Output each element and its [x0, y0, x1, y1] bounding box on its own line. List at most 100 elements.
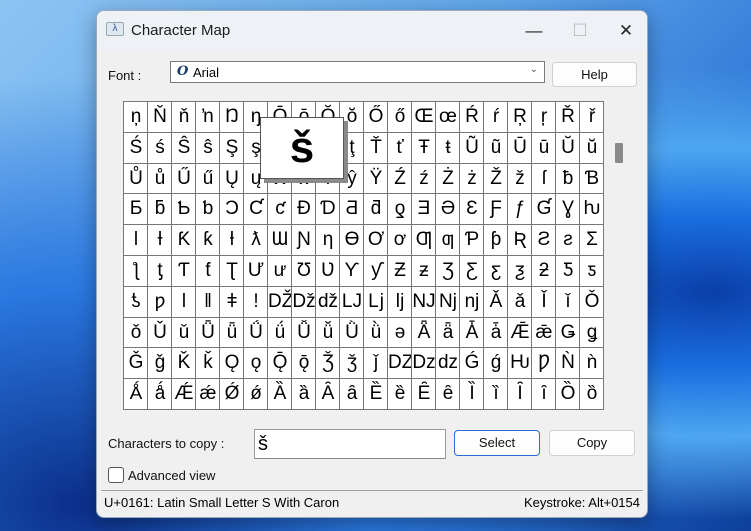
character-cell[interactable]: Ǒ [580, 286, 604, 318]
grid-scrollbar[interactable] [607, 101, 631, 410]
character-cell[interactable]: ő [388, 102, 412, 133]
character-cell[interactable]: Ƹ [460, 255, 484, 287]
character-cell[interactable]: Ř [556, 102, 580, 133]
character-cell[interactable]: ů [148, 163, 172, 195]
character-cell[interactable]: Ů [124, 163, 148, 195]
scrollbar-thumb[interactable] [615, 143, 623, 163]
character-cell[interactable]: Ź [388, 163, 412, 195]
character-cell[interactable]: ǃ [244, 286, 268, 318]
character-cell[interactable]: ǌ [460, 286, 484, 318]
character-cell[interactable]: Ʀ [508, 225, 532, 256]
character-cell[interactable]: Ɨ [148, 225, 172, 256]
character-cell[interactable]: ũ [484, 132, 508, 164]
character-cell[interactable]: Ư [244, 255, 268, 287]
character-cell[interactable]: ƣ [436, 225, 460, 256]
character-cell[interactable]: Ǵ [460, 348, 484, 380]
character-cell[interactable]: Ǌ [412, 286, 436, 318]
minimize-button[interactable]: — [511, 11, 557, 51]
character-cell[interactable]: Ʊ [292, 255, 316, 287]
character-cell[interactable]: Ǚ [292, 317, 316, 349]
character-cell[interactable]: ƥ [484, 225, 508, 256]
character-cell[interactable]: Ƴ [340, 255, 364, 287]
character-cell[interactable]: Ɲ [292, 225, 316, 256]
character-cell[interactable]: Ɵ [340, 225, 364, 256]
character-cell[interactable]: Ƨ [532, 225, 556, 256]
character-cell[interactable]: ȇ [436, 379, 460, 410]
character-cell[interactable]: ơ [388, 225, 412, 256]
character-cell[interactable]: ň [172, 102, 196, 133]
character-cell[interactable]: Ś [124, 132, 148, 164]
character-cell[interactable]: Ɣ [556, 194, 580, 226]
character-cell[interactable]: Ȁ [268, 379, 292, 410]
character-cell[interactable]: Ǻ [124, 379, 148, 410]
character-cell[interactable]: ź [412, 163, 436, 195]
character-cell[interactable]: ǀ [172, 286, 196, 318]
character-cell[interactable]: Ȃ [316, 379, 340, 410]
character-cell[interactable]: ť [388, 132, 412, 164]
character-cell[interactable]: Ǳ [388, 348, 412, 380]
character-cell[interactable]: ƛ [244, 225, 268, 256]
character-cell[interactable]: ȍ [580, 379, 604, 410]
character-cell[interactable]: ƙ [196, 225, 220, 256]
character-cell[interactable]: Ƶ [388, 255, 412, 287]
character-cell[interactable]: ǽ [196, 379, 220, 410]
character-cell[interactable]: Ƕ [508, 348, 532, 380]
character-cell[interactable]: Ȅ [364, 379, 388, 410]
character-cell[interactable]: Ʋ [316, 255, 340, 287]
character-cell[interactable]: Ʈ [220, 255, 244, 287]
character-cell[interactable]: Ų [220, 163, 244, 195]
character-cell[interactable]: ǫ [244, 348, 268, 380]
character-cell[interactable]: ƹ [484, 255, 508, 287]
character-grid[interactable]: ņŇňŉŊŋŌōŎŏŐőŒœŔŕŖŗŘřŚśŜŝŞşŠšŢţŤťŦŧŨũŪūŬŭ… [123, 101, 604, 410]
character-cell[interactable]: ǣ [532, 317, 556, 349]
character-cell[interactable]: Ǽ [172, 379, 196, 410]
character-cell[interactable]: Ȍ [556, 379, 580, 410]
character-cell[interactable]: ǿ [244, 379, 268, 410]
character-cell[interactable]: ȃ [340, 379, 364, 410]
character-cell[interactable]: Ǭ [268, 348, 292, 380]
character-cell[interactable]: Ż [436, 163, 460, 195]
character-cell[interactable]: ƍ [388, 194, 412, 226]
character-cell[interactable]: ƕ [580, 194, 604, 226]
character-cell[interactable]: Ƣ [412, 225, 436, 256]
character-cell[interactable]: Ŝ [172, 132, 196, 164]
character-cell[interactable]: ǰ [364, 348, 388, 380]
character-cell[interactable]: ƶ [412, 255, 436, 287]
character-cell[interactable]: ǧ [148, 348, 172, 380]
character-cell[interactable]: Ǹ [556, 348, 580, 380]
character-cell[interactable]: Ǎ [484, 286, 508, 318]
character-cell[interactable]: ǯ [340, 348, 364, 380]
character-cell[interactable]: ȉ [484, 379, 508, 410]
character-cell[interactable]: ƭ [196, 255, 220, 287]
character-cell[interactable]: ƅ [196, 194, 220, 226]
character-cell[interactable]: ǔ [172, 317, 196, 349]
character-cell[interactable]: Ű [172, 163, 196, 195]
character-cell[interactable]: Ɠ [532, 194, 556, 226]
character-cell[interactable]: ƈ [268, 194, 292, 226]
character-cell[interactable]: ƻ [532, 255, 556, 287]
character-cell[interactable]: Ũ [460, 132, 484, 164]
character-cell[interactable]: Ʒ [436, 255, 460, 287]
character-cell[interactable]: Ǐ [532, 286, 556, 318]
close-button[interactable]: ✕ [603, 11, 647, 51]
character-cell[interactable]: Ƌ [340, 194, 364, 226]
character-cell[interactable]: ƿ [148, 286, 172, 318]
character-cell[interactable]: Ƃ [124, 194, 148, 226]
character-cell[interactable]: ƨ [556, 225, 580, 256]
character-cell[interactable]: ȅ [388, 379, 412, 410]
character-cell[interactable]: ǒ [124, 317, 148, 349]
character-cell[interactable]: ǜ [364, 317, 388, 349]
character-cell[interactable]: ŉ [196, 102, 220, 133]
character-cell[interactable]: Ƒ [484, 194, 508, 226]
character-cell[interactable]: ǻ [148, 379, 172, 410]
character-cell[interactable]: Ş [220, 132, 244, 164]
character-cell[interactable]: Ǧ [124, 348, 148, 380]
character-cell[interactable]: Ǡ [460, 317, 484, 349]
character-cell[interactable]: ǈ [364, 286, 388, 318]
character-cell[interactable]: ƺ [508, 255, 532, 287]
character-cell[interactable]: Ƙ [172, 225, 196, 256]
character-cell[interactable]: Ǆ [268, 286, 292, 318]
character-cell[interactable]: Ɩ [124, 225, 148, 256]
character-cell[interactable]: ǭ [292, 348, 316, 380]
character-cell[interactable]: ǁ [196, 286, 220, 318]
